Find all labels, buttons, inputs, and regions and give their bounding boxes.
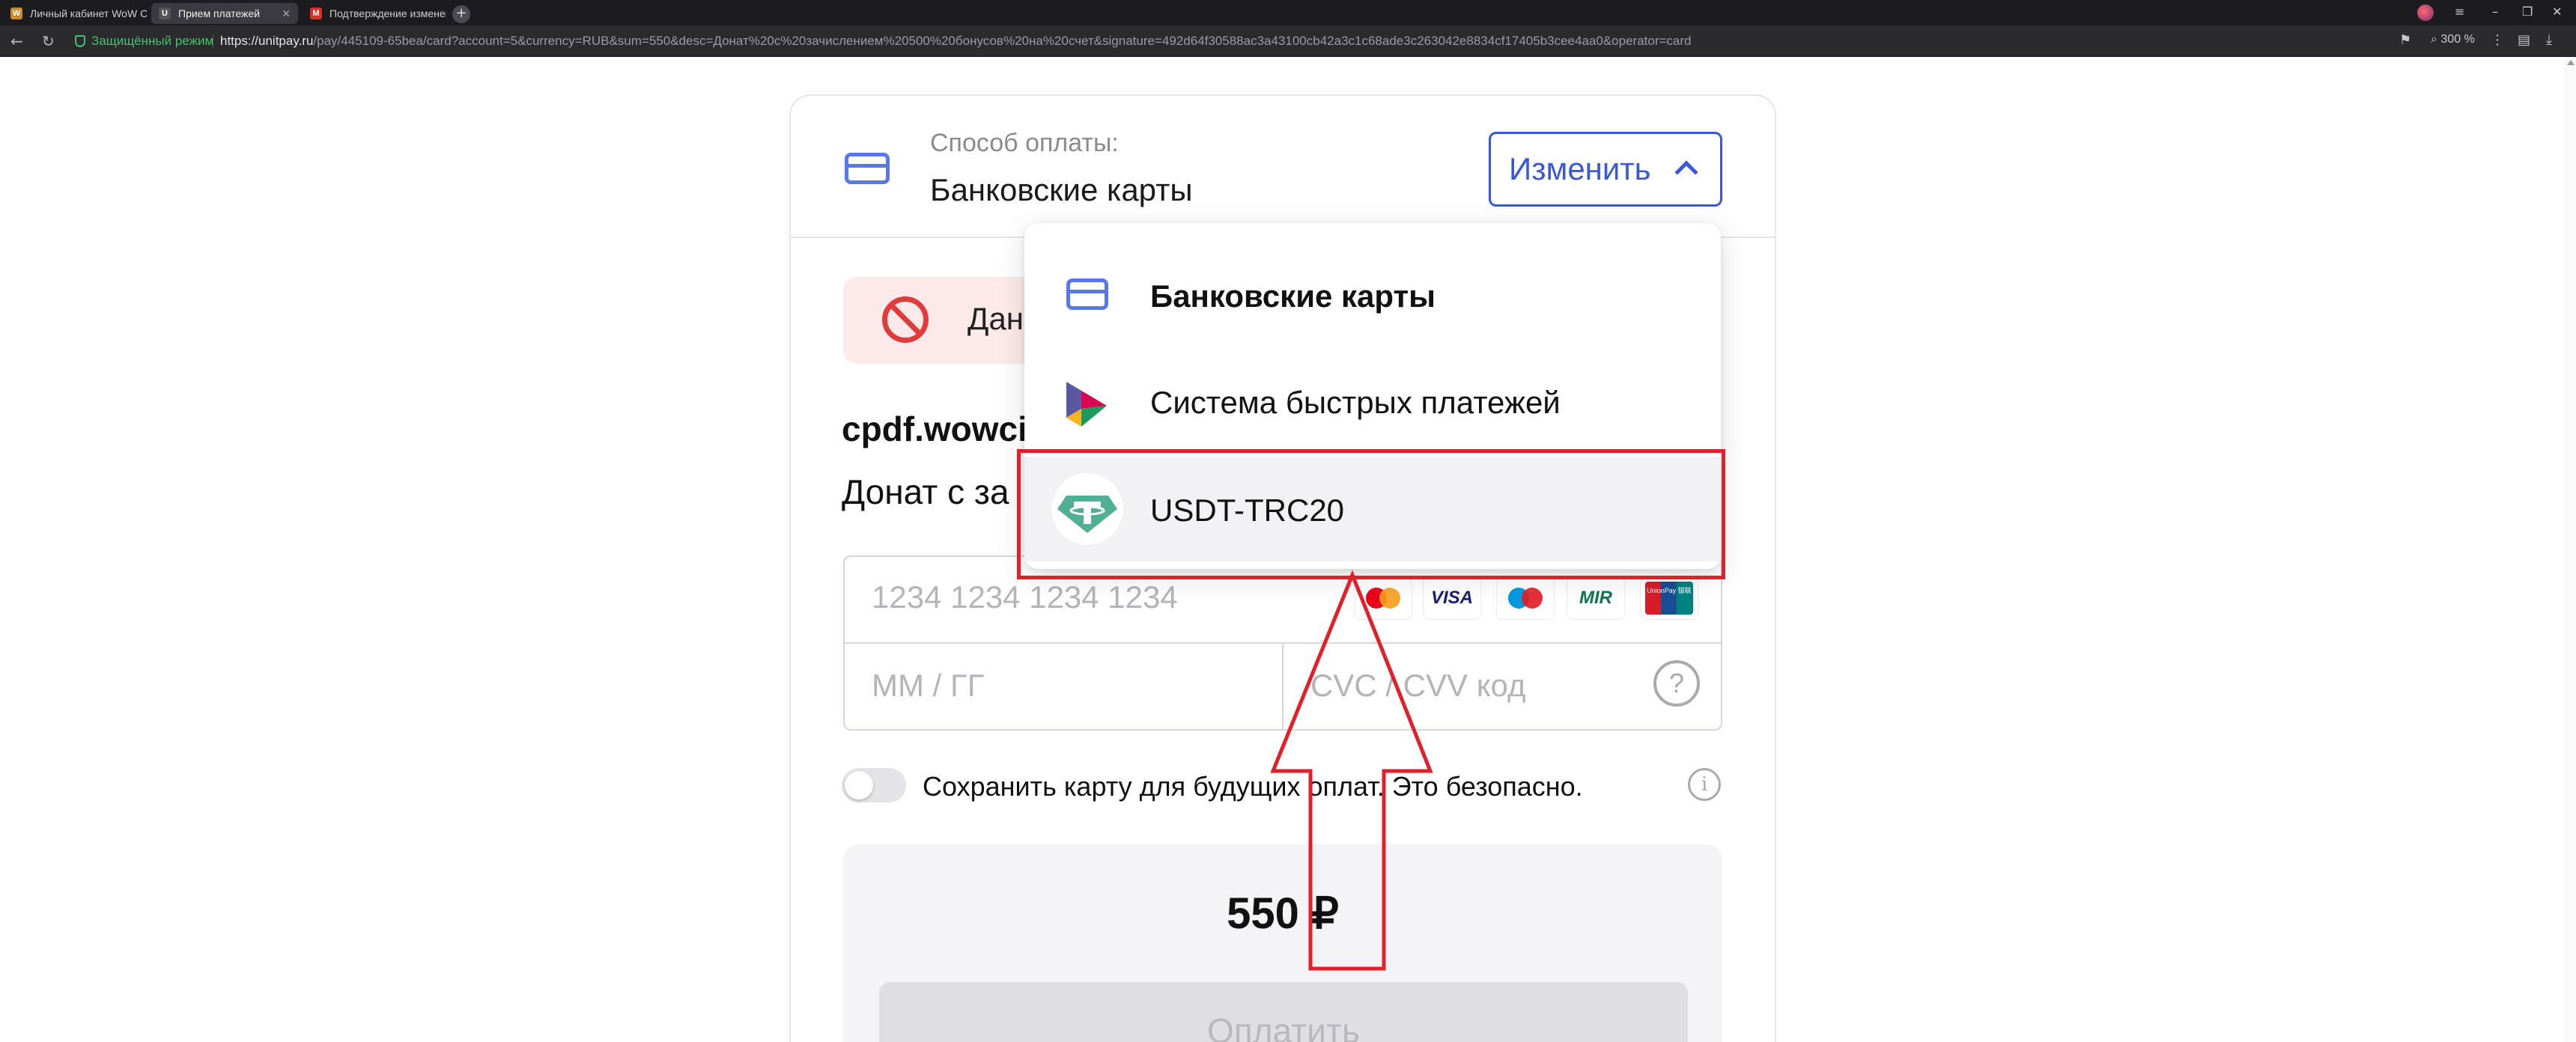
annotation-highlight-box	[1017, 449, 1725, 579]
tab-title: Личный кабинет WoW Ci	[30, 7, 147, 19]
restore-icon[interactable]: ❐	[2522, 4, 2533, 19]
tab-change-confirmation[interactable]: M Подтверждение изменен	[303, 3, 446, 24]
profile-avatar[interactable]	[2417, 4, 2434, 21]
downloads-icon[interactable]: ⤓	[2546, 32, 2552, 48]
zoom-indicator[interactable]: ⌕ 300 %	[2431, 33, 2475, 46]
tab-personal-cabinet[interactable]: W Личный кабинет WoW Ci	[3, 3, 147, 24]
pay-button[interactable]: Оплатить	[879, 982, 1688, 1042]
close-tab-icon[interactable]: ✕	[274, 7, 291, 20]
payment-method-value: Банковские карты	[930, 172, 1193, 207]
info-icon[interactable]: i	[1688, 768, 1721, 801]
search-icon: ⌕	[2431, 33, 2441, 46]
chevron-up-icon	[1674, 160, 1698, 184]
reload-icon[interactable]: ↻	[42, 32, 55, 50]
save-card-toggle[interactable]	[842, 768, 906, 802]
url-path: /pay/445109-65bea/card?account=5&currenc…	[313, 34, 1692, 48]
tab-favicon-icon: W	[10, 7, 22, 19]
tab-favicon-icon: M	[310, 7, 322, 19]
dropdown-item-label: Система быстрых платежей	[1150, 385, 1561, 420]
card-number-placeholder: 1234 1234 1234 1234	[872, 579, 1178, 615]
save-card-label: Сохранить карту для будущих оплат. Это б…	[923, 771, 1583, 802]
tab-favicon-icon: U	[159, 7, 171, 19]
close-window-icon[interactable]: ✕	[2552, 4, 2562, 19]
scrollbar[interactable]	[2564, 57, 2576, 1042]
url-field[interactable]: https://unitpay.ru/pay/445109-65bea/card…	[220, 34, 1692, 49]
new-tab-button[interactable]: +	[452, 5, 470, 23]
bank-card-icon	[845, 153, 890, 184]
scroll-up-arrow[interactable]	[2567, 60, 2575, 65]
payment-method-label: Способ оплаты:	[930, 129, 1119, 157]
mir-icon: MIR	[1567, 576, 1625, 620]
maestro-icon	[1496, 576, 1555, 620]
url-host: https://unitpay.ru	[220, 34, 314, 48]
help-icon[interactable]: ?	[1653, 660, 1700, 707]
reading-view-icon[interactable]: ▤	[2518, 32, 2530, 48]
card-icon	[1066, 278, 1108, 310]
alert-text: Дан	[967, 301, 1024, 336]
menu-icon[interactable]: ≡	[2455, 4, 2464, 19]
tab-title: Подтверждение изменен	[329, 7, 446, 19]
tab-title: Прием платежей	[178, 7, 261, 19]
extensions-icon[interactable]: ⋮	[2491, 32, 2504, 48]
toggle-knob	[845, 771, 873, 799]
zoom-level: 300 %	[2440, 33, 2475, 46]
shield-icon	[75, 35, 85, 47]
tab-payment-acceptance[interactable]: U Прием платежей ✕	[151, 3, 298, 24]
payment-description: Донат с за	[842, 472, 1009, 511]
sbp-icon	[1066, 382, 1107, 427]
dropdown-item-label: Банковские карты	[1150, 278, 1436, 314]
unionpay-logo: UnionPay 银联	[1645, 582, 1693, 615]
minimize-icon[interactable]: –	[2492, 4, 2498, 19]
prohibited-icon	[882, 296, 929, 343]
back-icon[interactable]: ←	[10, 32, 23, 50]
expiry-placeholder: ММ / ГГ	[872, 668, 985, 703]
change-method-button[interactable]: Изменить	[1489, 132, 1722, 207]
browser-tab-bar: W Личный кабинет WoW Ci U Прием платежей…	[0, 0, 2576, 25]
merchant-name: cpdf.wowci	[842, 409, 1027, 448]
annotation-arrow-icon	[1270, 570, 1433, 971]
change-method-label: Изменить	[1509, 151, 1651, 186]
bookmark-icon[interactable]: ⚑	[2399, 32, 2411, 48]
unionpay-icon: UnionPay 银联	[1640, 576, 1698, 620]
secure-mode-indicator[interactable]: Защищённый режим	[75, 34, 213, 49]
address-bar: ← ↻ Защищённый режим https://unitpay.ru/…	[0, 25, 2576, 57]
secure-mode-label: Защищённый режим	[91, 34, 214, 48]
